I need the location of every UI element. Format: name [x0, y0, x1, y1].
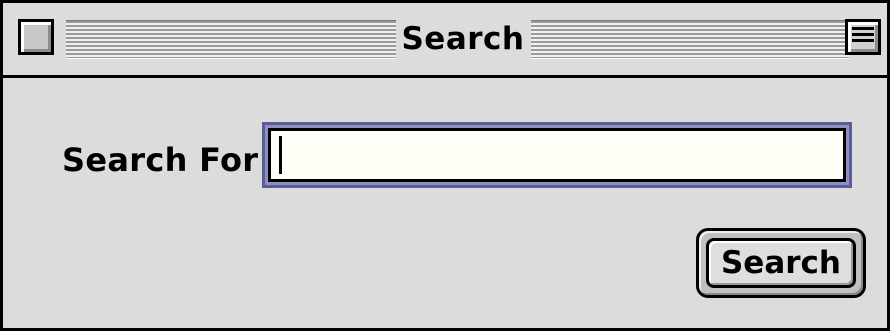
- window-title: Search: [401, 21, 525, 57]
- search-input[interactable]: [268, 128, 846, 182]
- close-box-icon[interactable]: [18, 19, 54, 55]
- search-for-label: Search For:: [62, 141, 272, 179]
- search-button[interactable]: Search: [706, 238, 856, 288]
- text-caret: [279, 136, 282, 174]
- title-bar-stripes-left: [66, 20, 396, 59]
- default-button-ring: Search: [696, 228, 866, 298]
- search-input-focus-ring: [262, 122, 852, 188]
- title-bar-stripes-right: [531, 20, 849, 59]
- title-bar[interactable]: Search: [3, 3, 887, 78]
- zoom-box-icon[interactable]: [845, 19, 881, 55]
